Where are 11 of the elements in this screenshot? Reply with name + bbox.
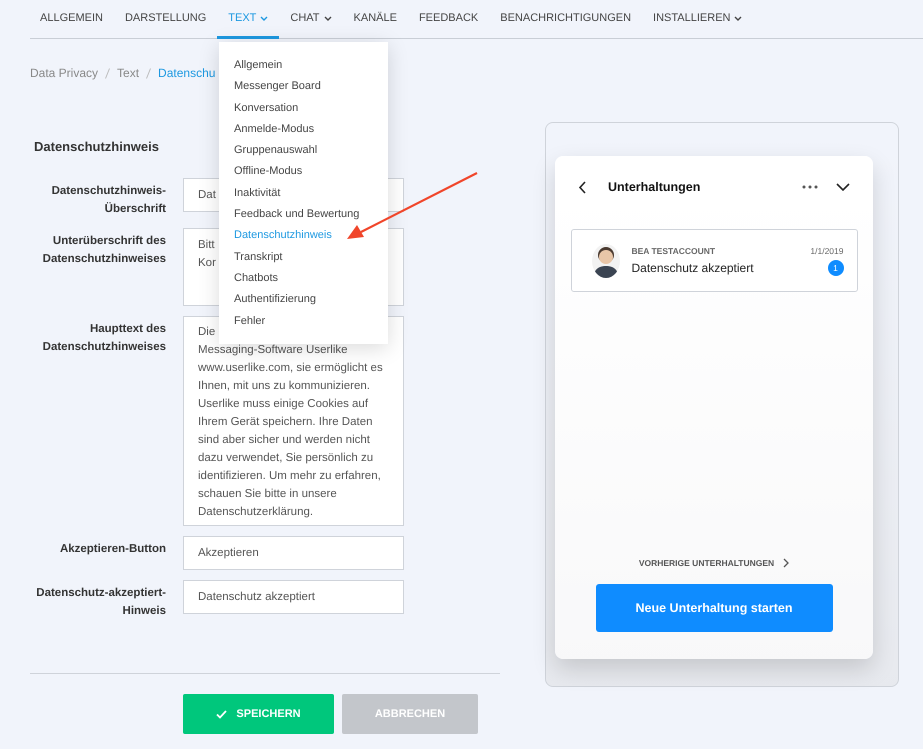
message-preview: Datenschutz akzeptiert <box>632 261 754 275</box>
section-title: Datenschutzhinweis <box>34 139 159 154</box>
field-label: Haupttext des Datenschutzhinweises <box>42 322 166 355</box>
field-label: Datenschutz-akzeptiert-Hinweis <box>35 586 166 619</box>
field-label: Unterüberschrift des Datenschutzhinweises <box>42 234 166 267</box>
unread-badge: 1 <box>828 260 844 276</box>
field-label: Datenschutzhinweis-Überschrift <box>50 184 166 217</box>
contact-name: BEA TESTACCOUNT <box>632 246 716 256</box>
conversation-date: 1/1/2019 <box>810 246 844 256</box>
widget-title: Unterhaltungen <box>608 180 702 194</box>
field-label: Akzeptieren-Button <box>58 542 166 557</box>
